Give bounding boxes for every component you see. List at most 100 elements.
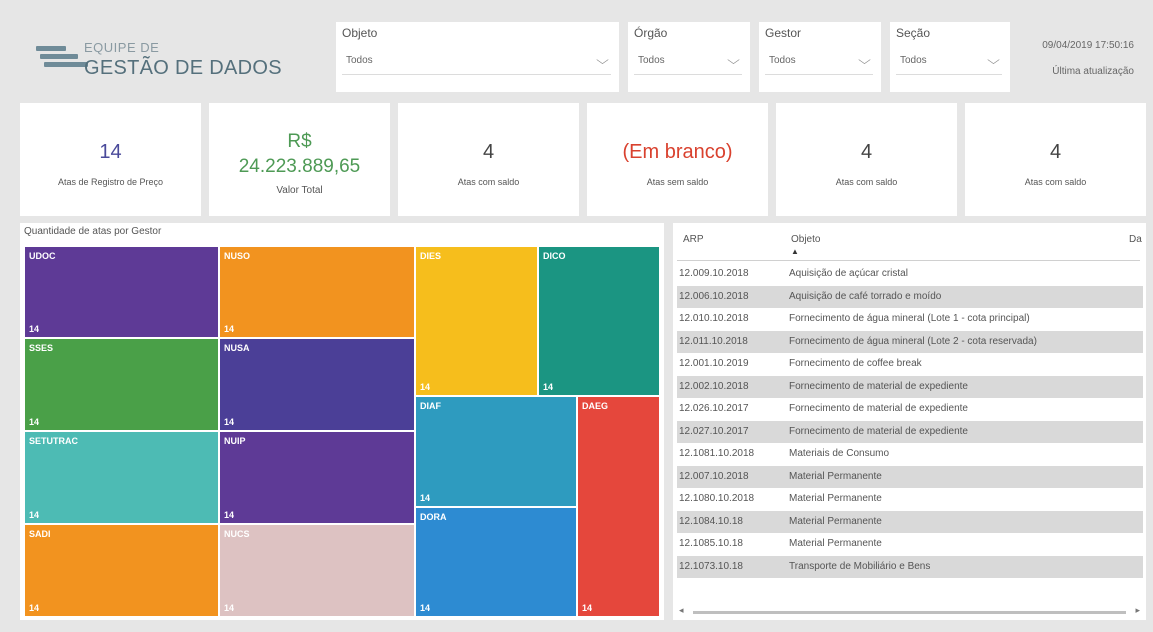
tile-label: UDOC (29, 251, 56, 261)
tile-count: 14 (582, 603, 593, 613)
scroll-left-icon[interactable]: ◂ (679, 605, 684, 616)
table-row[interactable]: 12.010.10.2018 Fornecimento de água miner… (677, 308, 1143, 331)
table-row[interactable]: 12.009.10.2018 Aquisição de açúcar crista… (677, 263, 1143, 286)
table-row[interactable]: 12.011.10.2018 Fornecimento de água miner… (677, 330, 1143, 353)
kpi-label: Atas com saldo (457, 177, 520, 187)
chevron-down-icon[interactable]: ⌵ (596, 53, 609, 68)
treemap-tile[interactable]: DIES 14 (415, 246, 538, 396)
cell-arp: 12.1080.10.2018 (679, 493, 755, 504)
treemap-tile[interactable]: SSES 14 (24, 338, 219, 431)
treemap-tile[interactable]: NUSA 14 (219, 338, 415, 431)
cell-arp: 12.009.10.2018 (679, 268, 749, 279)
slicer-dropdown[interactable]: Todos ⌵ (896, 50, 1002, 75)
cell-arp: 12.027.10.2017 (679, 425, 749, 437)
slicer-value: Todos (900, 55, 927, 66)
kpi-value: 14 (99, 141, 122, 163)
tile-count: 14 (543, 382, 554, 392)
slicer-gestor[interactable]: Gestor Todos ⌵ (759, 22, 881, 92)
cell-arp: 12.1084.10.18 (679, 515, 743, 527)
table-row[interactable]: 12.1084.10.18 Material Permanente (677, 510, 1143, 533)
kpi-com-saldo-2: 4 Atas com saldo (776, 103, 957, 216)
kpi-atas: 14 Atas de Registro de Preço (20, 103, 201, 216)
slicer-value: Todos (769, 55, 796, 66)
cell-objeto: Aquisição de açúcar cristal (789, 268, 908, 279)
cell-arp: 12.1081.10.2018 (679, 448, 755, 459)
slicer-value: Todos (638, 55, 665, 66)
kpi-currency: R$ (287, 131, 312, 152)
slicer-title: Objeto (342, 26, 378, 40)
treemap-tile[interactable]: DAEG 14 (577, 396, 660, 617)
tile-label: DAEG (582, 401, 609, 411)
table-row[interactable]: 12.001.10.2019 Fornecimento de coffee bre… (677, 353, 1143, 376)
treemap-visual: Quantidade de atas por Gestor UDOC 14 NUSO… (20, 223, 664, 620)
tile-label: DIES (420, 251, 442, 261)
scrollbar-thumb[interactable] (693, 611, 1126, 614)
kpi-value: 4 (482, 141, 495, 163)
cell-objeto: Transporte de Mobiliário e Bens (789, 560, 931, 572)
kpi-com-saldo-1: 4 Atas com saldo (398, 103, 579, 216)
treemap-tile[interactable]: NUIP 14 (219, 431, 415, 524)
tile-count: 14 (29, 324, 40, 334)
slicer-title: Órgão (634, 26, 668, 40)
table-row[interactable]: 12.026.10.2017 Fornecimento de material d… (677, 398, 1143, 421)
slicer-secao[interactable]: Seção Todos ⌵ (890, 22, 1010, 92)
tile-label: SETUTRAC (29, 436, 78, 446)
chevron-down-icon[interactable]: ⌵ (858, 53, 871, 68)
logo-bars-icon (36, 46, 88, 70)
tile-count: 14 (224, 417, 235, 427)
cell-objeto: Material Permanente (789, 515, 882, 527)
table-row[interactable]: 12.1073.10.18 Transporte de Mobiliário e … (677, 555, 1143, 578)
kpi-label: Atas de Registro de Preço (57, 177, 164, 187)
cell-objeto: Aquisição de café torrado e moído (789, 290, 942, 302)
cell-objeto: Fornecimento de material de expediente (789, 425, 968, 437)
column-header-extra[interactable]: Da (1129, 234, 1142, 245)
treemap-tile[interactable]: DORA 14 (415, 507, 577, 617)
tile-label: SADI (29, 529, 51, 539)
logo: EQUIPE DE GESTÃO DE DADOS (22, 22, 322, 112)
treemap-tile[interactable]: SETUTRAC 14 (24, 431, 219, 524)
treemap-area: UDOC 14 NUSO 14 SSES 14 NUSA 14 SETUTRAC 14 NUIP 14… (20, 223, 664, 620)
kpi-value: 4 (860, 141, 873, 163)
tile-count: 14 (29, 510, 40, 520)
slicer-objeto[interactable]: Objeto Todos ⌵ (336, 22, 619, 92)
table-row[interactable]: 12.006.10.2018 Aquisição de café torrado … (677, 285, 1143, 308)
logo-subtitle: EQUIPE DE (84, 40, 160, 55)
treemap-tile[interactable]: NUSO 14 (219, 246, 415, 338)
table-row[interactable]: 12.1081.10.2018 Materiais de Consumo (677, 443, 1143, 466)
cell-objeto: Fornecimento de água mineral (Lote 1 - c… (789, 313, 1030, 324)
cell-arp: 12.026.10.2017 (679, 403, 749, 414)
kpi-label: Valor Total (276, 185, 323, 196)
kpi-sem-saldo: (Em branco) Atas sem saldo (587, 103, 768, 216)
sort-ascending-icon[interactable]: ▲ (791, 247, 799, 256)
chevron-down-icon[interactable]: ⌵ (727, 53, 740, 68)
treemap-tile[interactable]: UDOC 14 (24, 246, 219, 338)
table-row[interactable]: 12.027.10.2017 Fornecimento de material d… (677, 420, 1143, 443)
kpi-com-saldo-3: 4 Atas com saldo (965, 103, 1146, 216)
tile-count: 14 (29, 603, 40, 613)
treemap-tile[interactable]: NUCS 14 (219, 524, 415, 617)
column-header-arp[interactable]: ARP (683, 234, 704, 245)
treemap-tile[interactable]: DIAF 14 (415, 396, 577, 507)
tile-label: NUSO (224, 251, 251, 261)
cell-objeto: Material Permanente (789, 493, 882, 504)
table-row[interactable]: 12.002.10.2018 Fornecimento de material d… (677, 375, 1143, 398)
scroll-right-icon[interactable]: ▸ (1135, 605, 1140, 616)
slicer-dropdown[interactable]: Todos ⌵ (342, 50, 611, 75)
kpi-label: Atas com saldo (1024, 177, 1087, 187)
slicer-dropdown[interactable]: Todos ⌵ (634, 50, 742, 75)
horizontal-scrollbar[interactable]: ◂ ▸ (679, 605, 1140, 616)
cell-arp: 12.002.10.2018 (679, 380, 749, 392)
table-row[interactable]: 12.007.10.2018 Material Permanente (677, 465, 1143, 488)
treemap-tile[interactable]: DICO 14 (538, 246, 660, 396)
column-header-objeto[interactable]: Objeto (791, 234, 820, 245)
treemap-tile[interactable]: SADI 14 (24, 524, 219, 617)
chevron-down-icon[interactable]: ⌵ (987, 53, 1000, 68)
cell-arp: 12.1085.10.18 (679, 538, 743, 549)
last-update-panel: 09/04/2019 17:50:16 Última atualização (1018, 22, 1146, 92)
slicer-orgao[interactable]: Órgão Todos ⌵ (628, 22, 750, 92)
tile-count: 14 (29, 417, 40, 427)
table-row[interactable]: 12.1085.10.18 Material Permanente (677, 533, 1143, 556)
slicer-dropdown[interactable]: Todos ⌵ (765, 50, 873, 75)
cell-objeto: Fornecimento de coffee break (789, 358, 922, 369)
table-row[interactable]: 12.1080.10.2018 Material Permanente (677, 488, 1143, 511)
